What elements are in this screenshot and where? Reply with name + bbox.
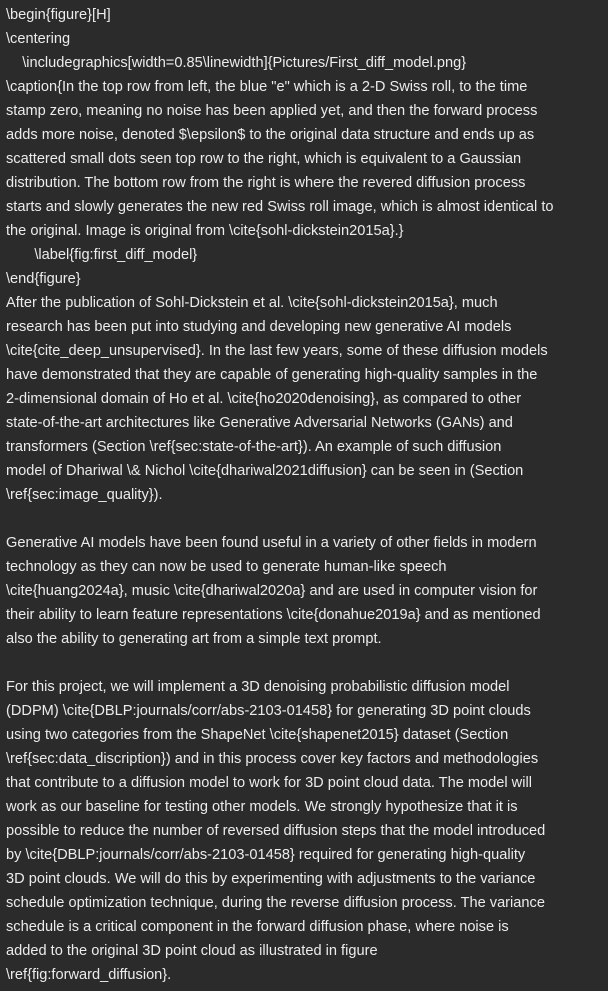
code-line: \ref{fig:forward_diffusion}.: [6, 967, 172, 983]
code-line: state-of-the-art architectures like Gene…: [6, 415, 513, 431]
code-line: After the publication of Sohl-Dickstein …: [6, 295, 498, 311]
code-line: Generative AI models have been found use…: [6, 535, 537, 551]
code-line: \ref{sec:image_quality}).: [6, 487, 163, 503]
code-line: (DDPM) \cite{DBLP:journals/corr/abs-2103…: [6, 703, 531, 719]
code-line: \end{figure}: [6, 271, 81, 287]
code-line: possible to reduce the number of reverse…: [6, 823, 546, 839]
code-line: their ability to learn feature represent…: [6, 607, 541, 623]
code-line: transformers (Section \ref{sec:state-of-…: [6, 439, 502, 455]
code-line: technology as they can now be used to ge…: [6, 559, 447, 575]
code-line: adds more noise, denoted $\epsilon$ to t…: [6, 127, 535, 143]
code-line: schedule is a critical component in the …: [6, 919, 509, 935]
code-line: also the ability to generating art from …: [6, 631, 382, 647]
code-line: stamp zero, meaning no noise has been ap…: [6, 103, 538, 119]
code-line: scattered small dots seen top row to the…: [6, 151, 522, 167]
code-line: that contribute to a diffusion model to …: [6, 775, 532, 791]
code-line: model of Dhariwal \& Nichol \cite{dhariw…: [6, 463, 524, 479]
code-line: schedule optimization technique, during …: [6, 895, 545, 911]
code-line: \includegraphics[width=0.85\linewidth]{P…: [6, 55, 467, 71]
code-line: the original. Image is original from \ci…: [6, 223, 404, 239]
code-line: starts and slowly generates the new red …: [6, 199, 554, 215]
latex-text-editor[interactable]: \begin{figure}[H] \centering \includegra…: [0, 0, 608, 991]
code-line: work as our baseline for testing other m…: [6, 799, 518, 815]
code-line: \caption{In the top row from left, the b…: [6, 79, 528, 95]
code-line: 2-dimensional domain of Ho et al. \cite{…: [6, 391, 522, 407]
code-line: \label{fig:first_diff_model}: [6, 247, 198, 263]
code-line: research has been put into studying and …: [6, 319, 512, 335]
code-line: \centering: [6, 31, 71, 47]
code-line: by \cite{DBLP:journals/corr/abs-2103-014…: [6, 847, 526, 863]
code-line: For this project, we will implement a 3D…: [6, 679, 510, 695]
code-line: distribution. The bottom row from the ri…: [6, 175, 526, 191]
code-line: \cite{huang2024a}, music \cite{dhariwal2…: [6, 583, 538, 599]
code-line: using two categories from the ShapeNet \…: [6, 727, 509, 743]
code-line: \cite{cite_deep_unsupervised}. In the la…: [6, 343, 548, 359]
code-line: \begin{figure}[H]: [6, 7, 111, 23]
code-line: \ref{sec:data_discription}) and in this …: [6, 751, 539, 767]
code-line: added to the original 3D point cloud as …: [6, 943, 378, 959]
code-line: 3D point clouds. We will do this by expe…: [6, 871, 536, 887]
code-line: have demonstrated that they are capable …: [6, 367, 538, 383]
